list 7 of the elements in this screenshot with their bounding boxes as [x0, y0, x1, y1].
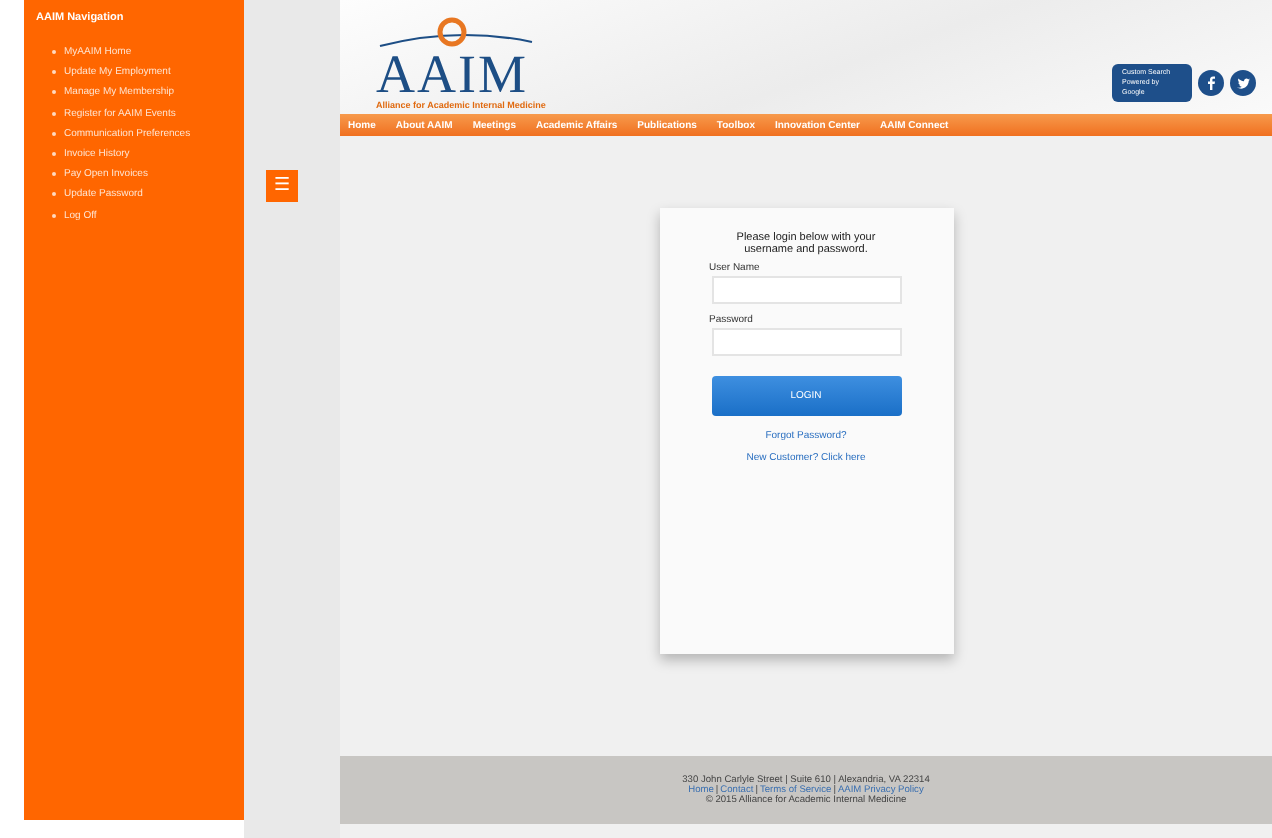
facebook-icon[interactable] — [1198, 70, 1224, 96]
twitter-icon[interactable] — [1230, 70, 1256, 96]
site-logo[interactable]: AAIM — [376, 50, 528, 98]
menu-button[interactable]: ☰ — [266, 170, 298, 202]
logo-swoosh-icon — [376, 14, 536, 50]
username-field[interactable] — [711, 276, 901, 304]
password-field[interactable] — [711, 328, 901, 356]
